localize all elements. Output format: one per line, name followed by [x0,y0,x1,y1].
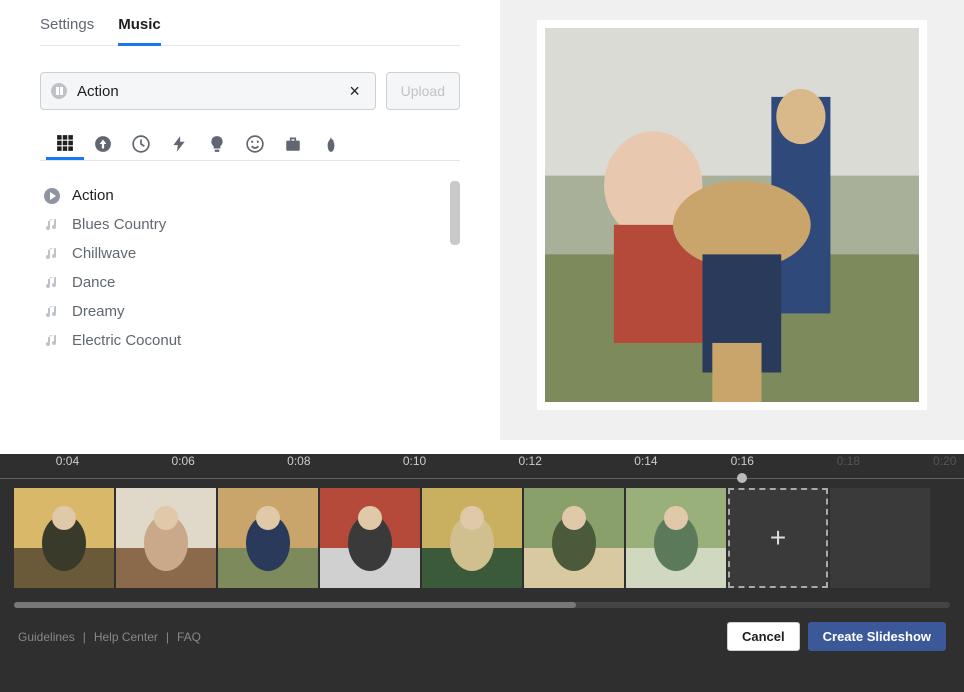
timeline-thumbnail[interactable] [218,488,318,588]
music-search-input[interactable] [77,83,345,100]
timeline-thumbnail[interactable] [14,488,114,588]
music-note-icon [44,217,60,233]
category-clock-icon[interactable] [122,128,160,160]
music-note-icon [44,333,60,349]
category-briefcase-icon[interactable] [274,128,312,160]
category-up-icon[interactable] [84,128,122,160]
footer-link-faq[interactable]: FAQ [177,630,201,644]
clear-search-icon[interactable]: × [345,81,365,101]
category-bolt-icon[interactable] [160,128,198,160]
music-list-item-label: Action [72,187,114,204]
timeline-ruler[interactable]: 0:04 0:06 0:08 0:10 0:12 0:14 0:16 0:18 0:20 [0,454,964,484]
play-icon [44,188,60,204]
music-list-item-label: Dance [72,274,115,291]
timeline-tick: 0:06 [171,454,194,468]
timeline-tick: 0:04 [56,454,79,468]
music-list-scrollbar[interactable] [450,181,460,371]
timeline-tick: 0:20 [933,454,956,468]
timeline-tick: 0:08 [287,454,310,468]
add-frame-button[interactable]: + [728,488,828,588]
tab-music[interactable]: Music [118,10,161,46]
timeline-thumbnail[interactable] [422,488,522,588]
music-note-icon [44,275,60,291]
music-note-icon [44,304,60,320]
category-smile-icon[interactable] [236,128,274,160]
music-list-item[interactable]: Dreamy [40,297,446,326]
preview-image [537,20,927,410]
timeline-tick: 0:12 [519,454,542,468]
create-slideshow-button[interactable]: Create Slideshow [808,622,946,651]
pause-icon [51,83,67,99]
music-note-icon [44,246,60,262]
timeline-playhead[interactable] [737,473,747,483]
category-bulb-icon[interactable] [198,128,236,160]
timeline-frames: + [0,488,964,592]
music-search-box[interactable]: × [40,72,376,110]
timeline-tick: 0:14 [634,454,657,468]
music-list-item[interactable]: Chillwave [40,239,446,268]
timeline-tick: 0:18 [837,454,860,468]
footer-link-guidelines[interactable]: Guidelines [18,630,75,644]
timeline-thumbnail[interactable] [626,488,726,588]
timeline-thumbnail[interactable] [524,488,624,588]
timeline-panel: 0:04 0:06 0:08 0:10 0:12 0:14 0:16 0:18 0:20 + G… [0,454,964,692]
timeline-tick: 0:10 [403,454,426,468]
music-list-item-label: Chillwave [72,245,136,262]
category-fire-icon[interactable] [312,128,350,160]
music-list-item[interactable]: Blues Country [40,210,446,239]
music-list-item-label: Blues Country [72,216,166,233]
upload-button[interactable]: Upload [386,72,460,110]
music-list-item[interactable]: Action [40,181,446,210]
footer-link-help[interactable]: Help Center [94,630,158,644]
music-list-item[interactable]: Electric Coconut [40,326,446,355]
timeline-tick: 0:16 [731,454,754,468]
timeline-thumbnail[interactable] [116,488,216,588]
tab-settings[interactable]: Settings [40,10,94,45]
music-list: Action Blues Country Chillwave Dance Dreamy E… [40,181,460,371]
music-list-item-label: Dreamy [72,303,125,320]
cancel-button[interactable]: Cancel [727,622,800,651]
empty-frame-slot [830,488,930,588]
timeline-thumbnail[interactable] [320,488,420,588]
music-list-item[interactable]: Dance [40,268,446,297]
timeline-scrollbar[interactable] [14,602,950,608]
music-list-item-label: Electric Coconut [72,332,181,349]
category-grid-icon[interactable] [46,128,84,160]
